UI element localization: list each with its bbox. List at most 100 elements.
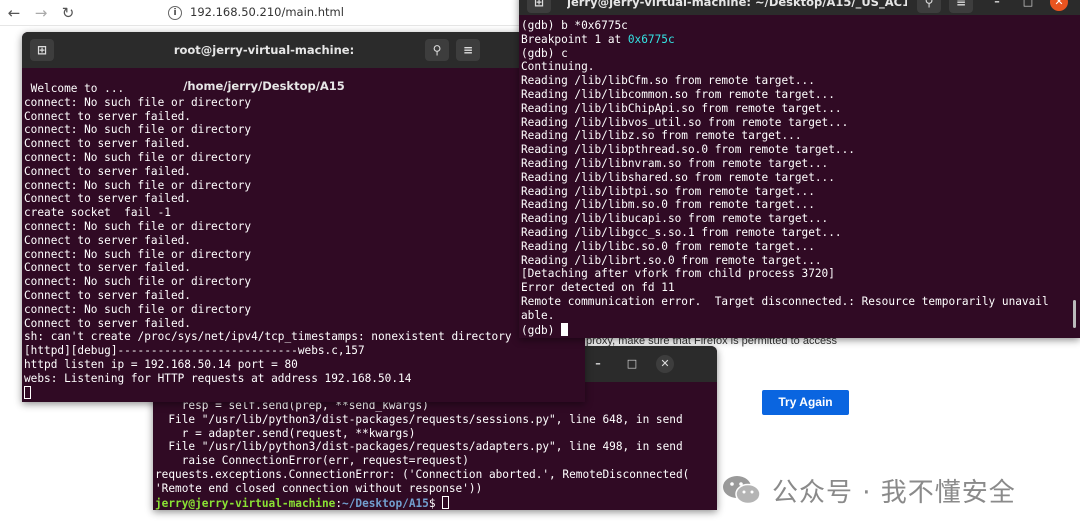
output-line: httpd listen ip = 192.168.50.14 port = 8… [24,357,298,371]
gdb-command-line: (gdb) b *0x6775c [521,19,628,32]
close-icon: ✕ [660,357,670,370]
maximize-icon: □ [626,357,638,370]
search-icon: ⚲ [924,0,934,9]
output-line: Continuing. [521,60,595,74]
maximize-button[interactable]: □ [1019,0,1037,11]
output-line: Reading /lib/libshared.so from remote ta… [521,170,835,184]
try-again-button[interactable]: Try Again [762,390,849,415]
output-line: connect: No such file or directory [24,123,252,137]
close-icon: ✕ [1054,0,1064,8]
wechat-icon [723,476,761,505]
watermark-text: 公众号 · 我不懂安全 [772,477,1016,508]
terminal-titlebar: ⊞ root@jerry-virtual-machine: /home/jerr… [22,32,585,93]
url-text: 192.168.50.210/main.html [190,5,344,19]
shell-cursor-line [24,385,583,401]
forward-button[interactable]: → [30,2,52,24]
maximize-icon: □ [1022,0,1034,8]
output-line: Connect to server failed. [24,109,191,123]
minimize-icon: – [994,0,1000,8]
output-line: Connect to server failed. [24,192,191,206]
output-line: connect: No such file or directory [24,219,252,233]
text-cursor [442,495,450,509]
maximize-button[interactable]: □ [623,355,641,373]
output-line: connect: No such file or directory [24,178,252,192]
terminal-window-gdb: ⊞ jerry@jerry-virtual-machine: ~/Desktop… [519,0,1080,338]
info-icon[interactable]: i [168,5,182,20]
output-line: Reading /lib/libucapi.so from remote tar… [521,212,829,226]
prompt-dollar: $ [428,496,443,510]
output-line: Reading /lib/libCfm.so from remote targe… [521,74,815,88]
output-line: Reading /lib/libnvram.so from remote tar… [521,156,829,170]
search-icon: ⚲ [432,43,442,57]
output-line: raise ConnectionError(err, request=reque… [155,454,469,468]
output-line: Reading /lib/libgcc_s.so.1 from remote t… [521,225,842,239]
hamburger-menu-icon: ≡ [955,0,967,9]
output-line: Reading /lib/libtpi.so from remote targe… [521,184,815,198]
watermark: 公众号 · 我不懂安全 [722,470,1016,510]
output-line: [httpd][debug]--------------------------… [24,344,365,358]
output-line: Error detected on fd 11 [521,281,675,295]
output-line: r = adapter.send(request, **kwargs) [155,426,416,440]
output-line: Connect to server failed. [24,164,191,178]
gdb-prompt: (gdb) [521,323,562,337]
url-bar[interactable]: i 192.168.50.210/main.html [168,1,548,23]
output-line: File "/usr/lib/python3/dist-packages/req… [155,440,683,454]
output-line: connect: No such file or directory [24,95,252,109]
new-tab-icon: ⊞ [533,0,545,9]
reload-button[interactable]: ↻ [57,2,79,24]
scrollbar[interactable] [1073,300,1076,328]
output-line: [Detaching after vfork from child proces… [521,267,835,281]
prompt-user: jerry@jerry-virtual-machine [155,496,336,510]
output-line: able. [521,308,555,322]
close-button[interactable]: ✕ [656,355,674,373]
output-line: Remote communication error. Target disco… [521,294,1049,308]
search-button[interactable]: ⚲ [917,0,941,13]
output-line: Reading /lib/libpthread.so.0 from remote… [521,143,855,157]
minimize-button[interactable]: – [988,0,1006,11]
output-lines: resp = self.send(prep, **send_kwargs) Fi… [155,399,715,496]
output-line: sh: can't create /proc/sys/net/ipv4/tcp_… [24,330,512,344]
output-lines: Continuing. Reading /lib/libCfm.so from r… [521,60,1078,322]
output-line: Connect to server failed. [24,233,191,247]
gdb-command-line: (gdb) c [521,46,568,60]
output-line: connect: No such file or directory [24,247,252,261]
breakpoint-address: 0x6775c [627,32,675,46]
menu-button[interactable]: ≡ [456,39,480,61]
minimize-icon: – [595,357,601,370]
search-button[interactable]: ⚲ [425,39,449,61]
output-line: connect: No such file or directory [24,150,252,164]
output-line: File "/usr/lib/python3/dist-packages/req… [155,412,683,426]
output-line: Reading /lib/libc.so.0 from remote targe… [521,239,815,253]
new-tab-button[interactable]: ⊞ [527,0,551,13]
reload-icon: ↻ [61,4,75,22]
output-line: Reading /lib/libChipApi.so from remote t… [521,101,842,115]
terminal-titlebar: ⊞ jerry@jerry-virtual-machine: ~/Desktop… [519,0,1080,15]
arrow-right-icon: → [34,4,48,22]
output-line: Reading /lib/librt.so.0 from remote targ… [521,253,822,267]
text-cursor [24,385,31,399]
minimize-button[interactable]: – [589,355,607,373]
terminal-output[interactable]: (gdb) b *0x6775c Breakpoint 1 at 0x6775c (… [519,15,1080,338]
output-line: connect: No such file or directory [24,275,252,289]
new-tab-button[interactable]: ⊞ [30,39,54,61]
output-line: Connect to server failed. [24,137,191,151]
output-line: Reading /lib/libm.so.0 from remote targe… [521,198,815,212]
output-line: Connect to server failed. [24,316,191,330]
window-title: jerry@jerry-virtual-machine: ~/Desktop/A… [567,0,907,9]
breakpoint-text: Breakpoint 1 at [521,32,628,46]
output-line: Reading /lib/libcommon.so from remote ta… [521,87,835,101]
menu-button[interactable]: ≡ [949,0,973,13]
output-line: webs: Listening for HTTP requests at add… [24,371,412,385]
back-button[interactable]: ← [3,2,25,24]
close-button[interactable]: ✕ [1050,0,1068,11]
output-line: create socket fail -1 [24,206,171,220]
output-line: Connect to server failed. [24,288,191,302]
text-cursor [561,322,569,336]
output-line: requests.exceptions.ConnectionError: ('C… [155,467,690,481]
shell-prompt-line: jerry@jerry-virtual-machine:~/Desktop/A1… [155,495,715,510]
terminal-output[interactable]: Welcome to ... connect: No such file or d… [22,68,585,402]
gdb-prompt-line: (gdb) [521,322,1078,338]
output-line: connect: No such file or directory [24,302,252,316]
new-tab-icon: ⊞ [36,43,48,57]
output-line: Reading /lib/libvos_util.so from remote … [521,115,849,129]
